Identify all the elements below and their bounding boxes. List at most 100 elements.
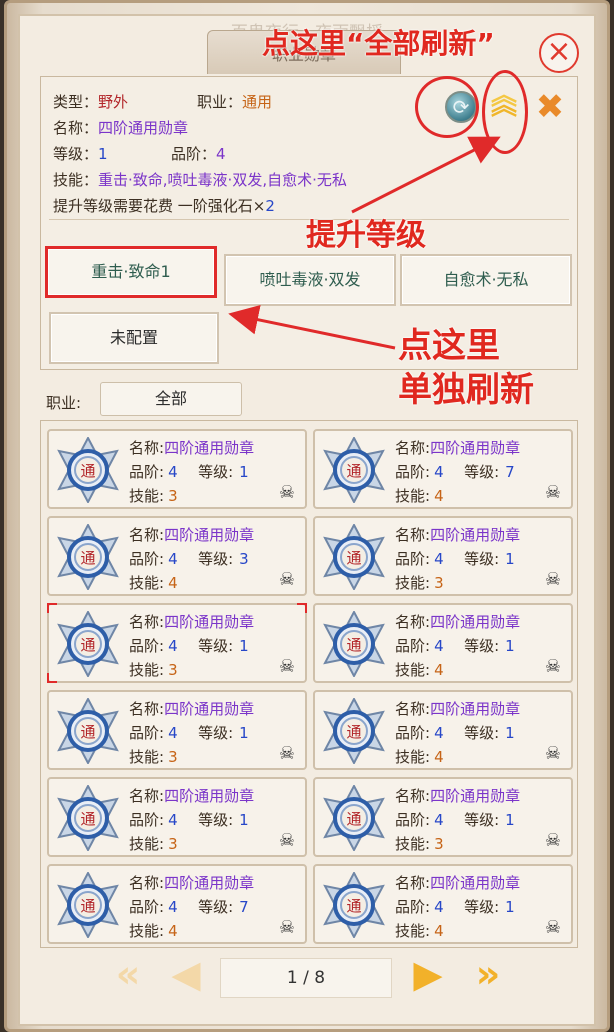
medal-card[interactable]: 通 名称:四阶通用勋章 品阶: 4 等级: 3 技能: 4 ☠ [47, 516, 307, 596]
delete-x-icon[interactable]: ✖ [533, 89, 567, 125]
medal-badge-icon: 通 [323, 698, 385, 764]
skull-icon[interactable]: ☠ [279, 482, 295, 503]
skull-icon[interactable]: ☠ [279, 569, 295, 590]
medal-card[interactable]: 通 名称:四阶通用勋章 品阶: 4 等级: 1 技能: 3 ☠ [47, 429, 307, 509]
card-name-row: 名称:四阶通用勋章 [129, 700, 255, 718]
medal-card[interactable]: 通 名称:四阶通用勋章 品阶: 4 等级: 1 技能: 3 ☠ [47, 603, 307, 683]
svg-text:通: 通 [80, 810, 95, 828]
selection-corner [47, 603, 57, 613]
medal-card[interactable]: 通 名称:四阶通用勋章 品阶: 4 等级: 1 技能: 3 ☠ [47, 690, 307, 770]
card-grade-level-row: 品阶: 4 等级: 1 [395, 811, 515, 829]
skill-slot-2[interactable]: 喷吐毒液·双发 [224, 254, 396, 306]
card-skill-row: 技能: 3 [395, 574, 444, 592]
annotation-single-refresh-1: 点这里 [398, 326, 500, 366]
job-filter-dropdown[interactable]: 全部 [100, 382, 242, 416]
medal-badge-icon: 通 [323, 524, 385, 590]
job-row: 职业：通用 [197, 93, 273, 111]
svg-text:通: 通 [346, 897, 361, 915]
card-skill-row: 技能: 4 [395, 922, 444, 940]
card-grade-level-row: 品阶: 4 等级: 7 [129, 898, 249, 916]
medal-card[interactable]: 通 名称:四阶通用勋章 品阶: 4 等级: 1 技能: 3 ☠ [47, 777, 307, 857]
cost-row: 提升等级需要花费 一阶强化石×2 [53, 197, 275, 215]
upgrade-annotation-circle [482, 70, 528, 154]
skill-slot-3[interactable]: 自愈术·无私 [400, 254, 572, 306]
card-name-row: 名称:四阶通用勋章 [395, 874, 521, 892]
skull-icon[interactable]: ☠ [279, 830, 295, 851]
card-name-row: 名称:四阶通用勋章 [129, 526, 255, 544]
name-value: 四阶通用勋章 [98, 119, 189, 137]
card-skill-row: 技能: 3 [129, 487, 178, 505]
card-name-row: 名称:四阶通用勋章 [129, 613, 255, 631]
chevron-right-icon[interactable]: ▶ [400, 955, 456, 996]
card-name-row: 名称:四阶通用勋章 [129, 439, 255, 457]
card-grade-level-row: 品阶: 4 等级: 1 [395, 724, 515, 742]
card-grade-level-row: 品阶: 4 等级: 3 [129, 550, 249, 568]
medal-card[interactable]: 通 名称:四阶通用勋章 品阶: 4 等级: 7 技能: 4 ☠ [47, 864, 307, 944]
double-chevron-right-icon[interactable]: » [460, 955, 516, 996]
type-row: 类型：野外 [53, 93, 129, 111]
card-skill-row: 技能: 4 [129, 574, 178, 592]
medal-card[interactable]: 通 名称:四阶通用勋章 品阶: 4 等级: 1 技能: 4 ☠ [313, 864, 573, 944]
medal-card[interactable]: 通 名称:四阶通用勋章 品阶: 4 等级: 1 技能: 4 ☠ [313, 603, 573, 683]
card-skill-row: 技能: 3 [129, 661, 178, 679]
card-name-row: 名称:四阶通用勋章 [395, 526, 521, 544]
svg-text:通: 通 [80, 636, 95, 654]
medal-badge-icon: 通 [323, 785, 385, 851]
close-button[interactable]: × [539, 33, 579, 73]
job-filter-label: 职业: [46, 394, 82, 412]
skill-slot-4[interactable]: 未配置 [49, 312, 219, 364]
selection-corner [47, 673, 57, 683]
svg-text:通: 通 [346, 636, 361, 654]
skull-icon[interactable]: ☠ [545, 482, 561, 503]
type-value: 野外 [98, 93, 129, 111]
card-grade-level-row: 品阶: 4 等级: 1 [395, 550, 515, 568]
card-skill-row: 技能: 3 [129, 748, 178, 766]
skull-icon[interactable]: ☠ [545, 743, 561, 764]
skull-icon[interactable]: ☠ [545, 917, 561, 938]
card-name-row: 名称:四阶通用勋章 [395, 613, 521, 631]
skull-icon[interactable]: ☠ [545, 830, 561, 851]
skull-icon[interactable]: ☠ [545, 656, 561, 677]
skill-slot-1[interactable]: 重击·致命1 [45, 246, 217, 298]
card-grade-level-row: 品阶: 4 等级: 1 [395, 637, 515, 655]
svg-text:通: 通 [80, 549, 95, 567]
card-skill-row: 技能: 3 [395, 835, 444, 853]
medal-card[interactable]: 通 名称:四阶通用勋章 品阶: 4 等级: 7 技能: 4 ☠ [313, 429, 573, 509]
refresh-annotation-circle [415, 76, 479, 138]
chevron-left-icon[interactable]: ◀ [158, 955, 214, 996]
medal-badge-icon: 通 [57, 698, 119, 764]
svg-text:通: 通 [346, 723, 361, 741]
medal-card[interactable]: 通 名称:四阶通用勋章 品阶: 4 等级: 1 技能: 3 ☠ [313, 777, 573, 857]
svg-text:通: 通 [346, 549, 361, 567]
medal-grid: 通名称:四阶通用勋章 品阶: 4 等级: 1 技能: 3 ☠ 通名称:四阶通用勋章 品阶: 4 等级:… [40, 420, 578, 948]
skull-icon[interactable]: ☠ [279, 656, 295, 677]
card-name-row: 名称:四阶通用勋章 [129, 874, 255, 892]
level-value: 1 [98, 145, 108, 163]
card-name-row: 名称:四阶通用勋章 [395, 439, 521, 457]
grade-row: 品阶：4 [171, 145, 226, 163]
skull-icon[interactable]: ☠ [279, 917, 295, 938]
card-skill-row: 技能: 4 [395, 661, 444, 679]
medal-badge-icon: 通 [323, 611, 385, 677]
double-chevron-left-icon[interactable]: « [100, 955, 156, 996]
medal-card[interactable]: 通 名称:四阶通用勋章 品阶: 4 等级: 1 技能: 4 ☠ [313, 690, 573, 770]
page-indicator: 1 / 8 [220, 958, 392, 998]
svg-text:通: 通 [80, 462, 95, 480]
medal-badge-icon: 通 [57, 872, 119, 938]
skill-value: 重击·致命,喷吐毒液·双发,自愈术·无私 [98, 171, 347, 189]
card-grade-level-row: 品阶: 4 等级: 1 [395, 898, 515, 916]
pager: « ◀ 1 / 8 ▶ » [40, 950, 578, 1002]
medal-badge-icon: 通 [57, 611, 119, 677]
medal-badge-icon: 通 [323, 872, 385, 938]
annotation-single-refresh-2: 单独刷新 [398, 370, 534, 410]
card-name-row: 名称:四阶通用勋章 [395, 700, 521, 718]
card-grade-level-row: 品阶: 4 等级: 1 [129, 637, 249, 655]
medal-badge-icon: 通 [57, 437, 119, 503]
card-skill-row: 技能: 4 [395, 748, 444, 766]
skull-icon[interactable]: ☠ [279, 743, 295, 764]
medal-badge-icon: 通 [57, 524, 119, 590]
card-grade-level-row: 品阶: 4 等级: 1 [129, 463, 249, 481]
skull-icon[interactable]: ☠ [545, 569, 561, 590]
card-skill-row: 技能: 4 [395, 487, 444, 505]
medal-card[interactable]: 通 名称:四阶通用勋章 品阶: 4 等级: 1 技能: 3 ☠ [313, 516, 573, 596]
